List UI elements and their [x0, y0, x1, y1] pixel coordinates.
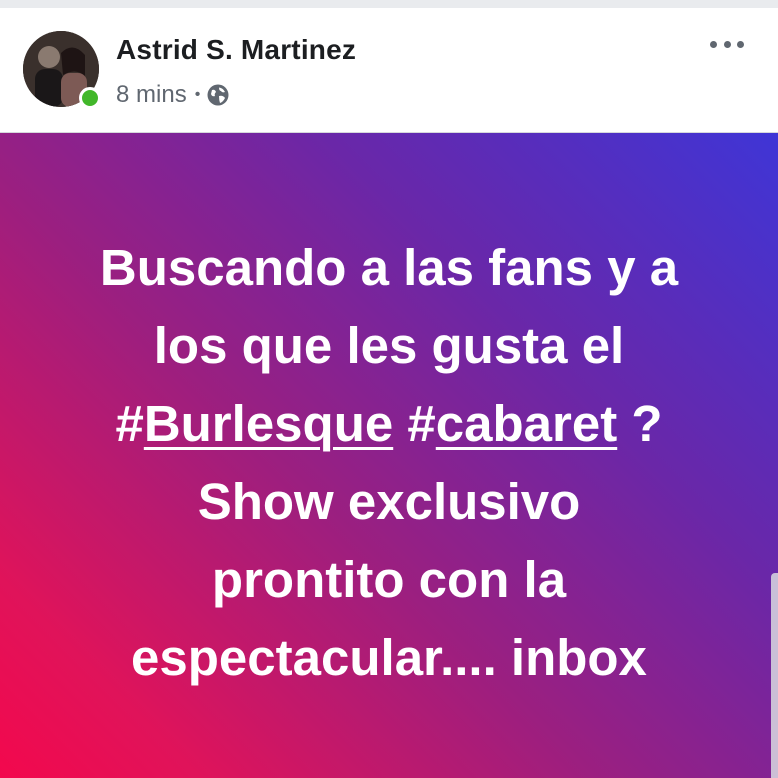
more-dot [723, 40, 731, 48]
post-background: Buscando a las fans y a los que les gust… [0, 133, 778, 778]
post-text-line: Show exclusivo [197, 472, 581, 530]
post-text: Buscando a las fans y a los que les gust… [29, 229, 749, 697]
post-text-line: prontito con la [211, 550, 567, 608]
more-dot [737, 40, 744, 48]
hash-symbol: # [393, 394, 436, 452]
meta-separator: • [194, 86, 201, 103]
question-mark: ? [617, 394, 663, 452]
post-header: Astrid S. Martinez 8 mins • [0, 8, 778, 133]
post-text-line: Buscando a las fans y a [99, 238, 679, 296]
globe-icon[interactable] [206, 83, 230, 107]
scrollbar-edge[interactable] [771, 573, 778, 778]
post-text-line-hashtags: #Burlesque #cabaret ? [29, 385, 749, 463]
author-avatar[interactable] [23, 31, 101, 109]
post-timestamp[interactable]: 8 mins [116, 81, 187, 109]
top-divider [0, 0, 778, 8]
hash-symbol: # [115, 394, 144, 452]
hashtag-cabaret-link[interactable]: cabaret [436, 395, 617, 452]
more-dot [710, 40, 717, 48]
online-status-indicator [79, 87, 101, 109]
hashtag-burlesque-link[interactable]: Burlesque [144, 395, 393, 452]
post-text-line: espectacular.... inbox [131, 628, 647, 686]
post-meta: 8 mins • [116, 80, 230, 110]
post-text-line: los que les gusta el [153, 316, 625, 374]
author-name[interactable]: Astrid S. Martinez [116, 34, 356, 66]
more-options-icon[interactable] [710, 36, 744, 52]
